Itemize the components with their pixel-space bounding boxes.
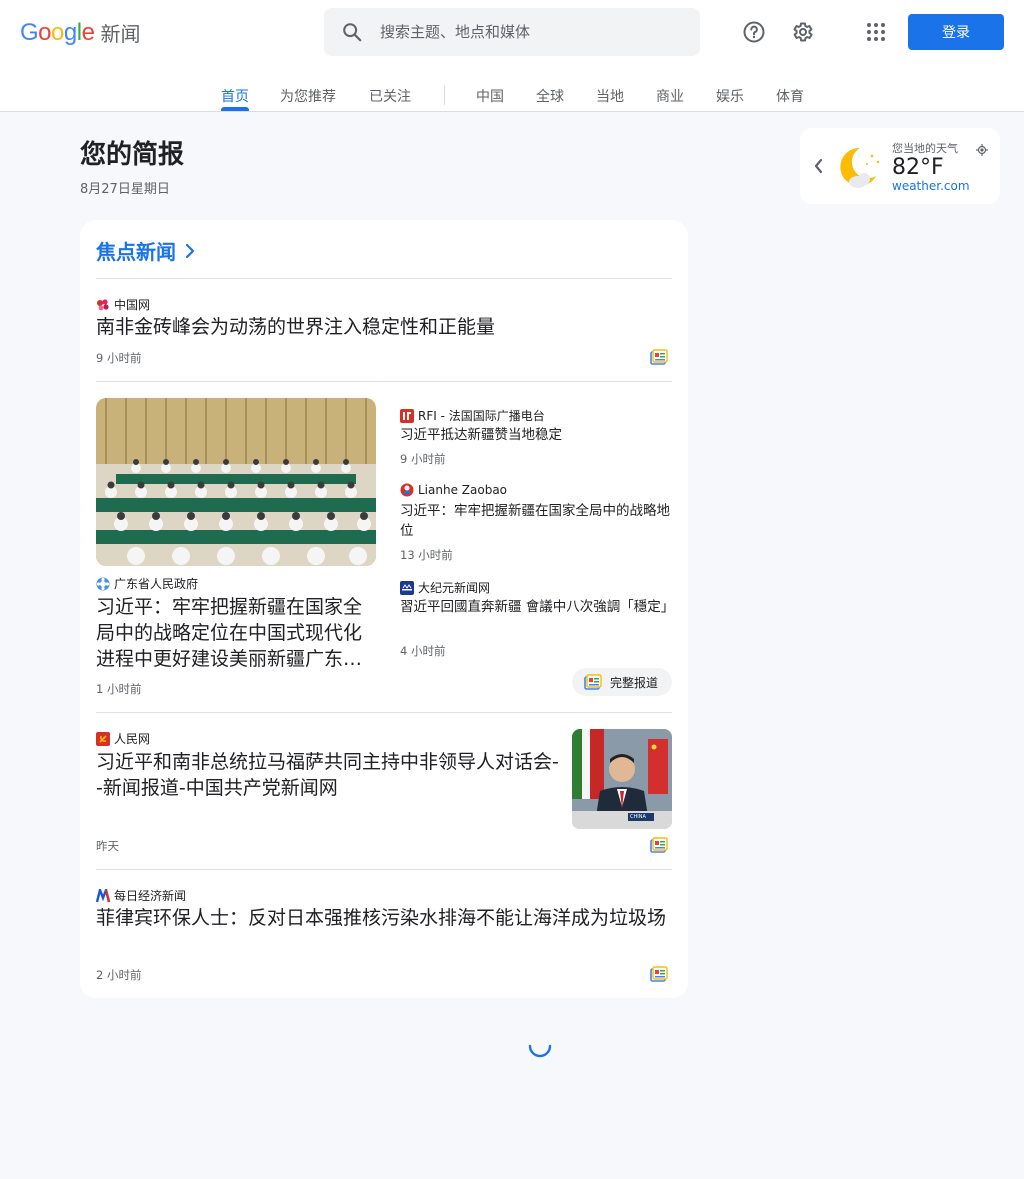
help-icon[interactable]: [738, 16, 770, 48]
tab-sports[interactable]: 体育: [776, 86, 804, 106]
divider: [96, 381, 672, 382]
related-time: 9 小时前: [400, 452, 446, 466]
story-headline[interactable]: 菲律宾环保人士：反对日本强推核污染水排海不能让海洋成为垃圾场: [96, 905, 666, 931]
source-name: 每日经济新闻: [114, 889, 187, 903]
story-headline[interactable]: 习近平：牢牢把握新疆在国家全局中的战略定位在中国式现代化进程中更好建设美丽新疆广…: [96, 594, 378, 672]
chevron-left-icon[interactable]: [812, 156, 824, 180]
related-headline[interactable]: 习近平：牢牢把握新疆在国家全局中的战略地位: [400, 501, 672, 541]
related-source[interactable]: Lianhe Zaobao: [400, 483, 507, 497]
signin-button[interactable]: 登录: [908, 14, 1004, 50]
story-time: 1 小时前: [96, 682, 142, 696]
weather-card[interactable]: 您当地的天气 82°F weather.com: [800, 128, 1000, 204]
related-headline[interactable]: 习近平抵达新疆赞当地稳定: [400, 425, 672, 445]
peoples-daily-logo-icon: [96, 731, 110, 746]
full-coverage-icon: [584, 674, 602, 690]
story-source[interactable]: 广东省人民政府: [96, 575, 198, 592]
location-icon[interactable]: [976, 141, 988, 160]
source-name: 广东省人民政府: [114, 577, 199, 591]
search-input[interactable]: [380, 23, 680, 41]
top-stories-title: 焦点新闻: [96, 240, 176, 264]
briefing-title: 您的简报: [80, 140, 185, 170]
related-time: 13 小时前: [400, 548, 453, 562]
active-tab-indicator: [221, 107, 249, 111]
chevron-right-icon: [185, 243, 195, 258]
apps-icon[interactable]: [860, 16, 892, 48]
source-name: Lianhe Zaobao: [418, 483, 508, 497]
nbd-logo-icon: [95, 885, 111, 903]
logo-wordmark: Google: [20, 18, 95, 46]
story-time: 9 小时前: [96, 351, 142, 365]
weather-temperature: 82°F: [892, 155, 944, 180]
divider: [96, 712, 672, 713]
story-time: 昨天: [96, 839, 119, 853]
rfi-logo-icon: [400, 408, 414, 423]
divider: [96, 278, 672, 279]
top-bar: Google 新闻 登录 首页 为您推荐 已关注 中国 全球 当地 商业 娱乐 …: [0, 0, 1024, 112]
weather-label: 您当地的天气: [892, 142, 958, 155]
related-headline[interactable]: 習近平回國直奔新疆 會議中八次強調「穩定」: [400, 597, 674, 617]
loading-spinner-icon: [526, 1032, 554, 1064]
tab-china[interactable]: 中国: [476, 86, 504, 106]
full-coverage-button[interactable]: 完整报道: [572, 668, 672, 696]
source-name: RFI - 法国国际广播电台: [418, 409, 545, 423]
tab-business[interactable]: 商业: [656, 86, 684, 106]
guangdong-gov-logo-icon: [96, 577, 110, 591]
related-source[interactable]: 大纪元新闻网: [400, 579, 490, 596]
tab-world[interactable]: 全球: [536, 86, 564, 106]
top-stories-header[interactable]: 焦点新闻: [96, 236, 200, 265]
section-tabs: 首页 为您推荐 已关注 中国 全球 当地 商业 娱乐 体育: [0, 76, 1024, 112]
source-name: 人民网: [114, 732, 151, 746]
top-stories-card: 焦点新闻 中国网 南非金砖峰会为动荡的世界注入稳定性和正能量 9 小时前 广东省…: [80, 220, 688, 998]
full-coverage-icon[interactable]: [650, 966, 668, 986]
tab-local[interactable]: 当地: [596, 86, 624, 106]
weather-source-link[interactable]: weather.com: [892, 179, 970, 193]
source-name: 大纪元新闻网: [418, 581, 491, 595]
story-source[interactable]: 每日经济新闻: [95, 885, 187, 904]
product-name: 新闻: [100, 22, 141, 46]
moon-cloud-icon: [834, 142, 884, 196]
leader-photo[interactable]: CHINA: [572, 729, 672, 829]
tab-home[interactable]: 首页: [221, 86, 249, 106]
full-coverage-label: 完整报道: [610, 675, 659, 690]
epoch-times-logo-icon: [400, 580, 414, 595]
search-icon[interactable]: [324, 21, 380, 43]
story-time: 2 小时前: [96, 968, 142, 982]
related-time: 4 小时前: [400, 644, 446, 658]
china-net-logo-icon: [96, 298, 110, 312]
full-coverage-icon[interactable]: [650, 837, 668, 857]
image-badge: CHINA: [630, 814, 646, 820]
divider: [96, 869, 672, 870]
search-box[interactable]: [324, 8, 700, 56]
zaobao-logo-icon: [400, 483, 414, 497]
tab-for-you[interactable]: 为您推荐: [280, 86, 336, 106]
tab-following[interactable]: 已关注: [369, 86, 411, 106]
story-source[interactable]: 中国网: [96, 296, 150, 313]
story-source[interactable]: 人民网: [96, 730, 150, 747]
story-headline[interactable]: 习近平和南非总统拉马福萨共同主持中非领导人对话会--新闻报道-中国共产党新闻网: [96, 749, 562, 801]
tab-divider: [444, 85, 445, 105]
story-headline[interactable]: 南非金砖峰会为动荡的世界注入稳定性和正能量: [96, 314, 656, 340]
full-coverage-icon[interactable]: [650, 349, 668, 369]
related-source[interactable]: RFI - 法国国际广播电台: [400, 407, 545, 424]
meeting-photo[interactable]: [96, 398, 376, 566]
google-news-logo[interactable]: Google 新闻: [20, 18, 140, 47]
settings-icon[interactable]: [786, 16, 818, 48]
briefing-date: 8月27日星期日: [80, 182, 170, 197]
tab-entertainment[interactable]: 娱乐: [716, 86, 744, 106]
source-name: 中国网: [114, 298, 151, 312]
